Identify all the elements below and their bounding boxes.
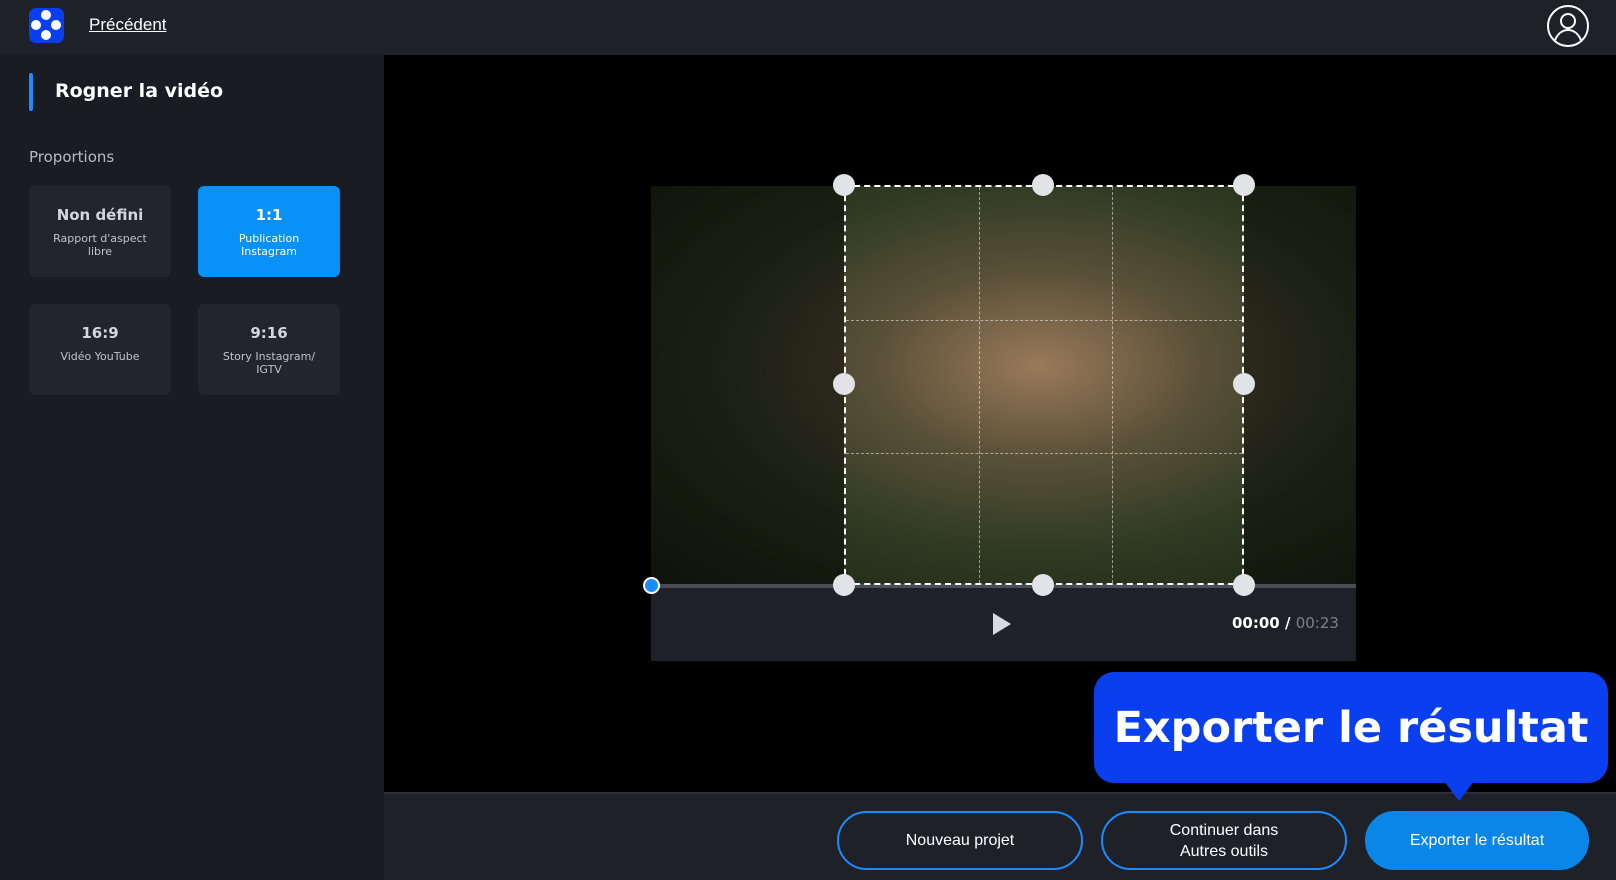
continue-other-tools-button[interactable]: Continuer dans Autres outils [1101,811,1347,870]
crop-shade-left [651,186,844,586]
time-display: 00:00 / 00:23 [1232,614,1339,632]
play-icon[interactable] [993,613,1011,635]
ratio-label: 9:16 [250,324,288,342]
grid-line [846,320,1242,321]
proportions-label: Proportions [29,148,115,166]
crop-handle-bottom-left[interactable] [833,574,855,596]
ratio-label: Non défini [56,206,144,224]
export-label: Exporter le résultat [1409,832,1545,849]
top-bar: Précédent [0,0,1616,55]
ratio-description: Rapport d'aspect libre [53,232,147,258]
crop-box[interactable] [844,185,1244,585]
grid-line [979,187,980,583]
ratio-option-1-1[interactable]: 1:1 Publication Instagram [198,186,340,277]
app-logo-icon[interactable] [29,8,64,43]
ratio-description: Publication Instagram [238,232,300,258]
sidebar [0,55,384,880]
export-tooltip: Exporter le résultat [1094,672,1608,801]
duration: 00:23 [1295,614,1339,632]
ratio-label: 1:1 [255,206,283,224]
new-project-button[interactable]: Nouveau projet [837,811,1083,870]
panel-title: Rogner la vidéo [55,80,224,102]
crop-handle-top[interactable] [1032,174,1054,196]
title-accent-bar [29,73,33,111]
crop-shade-right [1244,186,1356,586]
current-time: 00:00 [1232,614,1280,632]
grid-line [1112,187,1113,583]
continue-label-line2: Autres outils [1179,842,1269,860]
timeline-scrubber[interactable] [643,577,660,594]
crop-handle-left[interactable] [833,373,855,395]
crop-handle-right[interactable] [1233,373,1255,395]
ratio-description: Story Instagram/ IGTV [222,350,316,376]
continue-label-line1: Continuer dans [1169,821,1279,839]
export-button[interactable]: Exporter le résultat [1365,811,1589,870]
ratio-option-free[interactable]: Non défini Rapport d'aspect libre [29,186,171,277]
crop-handle-bottom-right[interactable] [1233,574,1255,596]
crop-handle-top-right[interactable] [1233,174,1255,196]
crop-handle-bottom[interactable] [1032,574,1054,596]
ratio-option-16-9[interactable]: 16:9 Vidéo YouTube [29,304,171,395]
ratio-option-9-16[interactable]: 9:16 Story Instagram/ IGTV [198,304,340,395]
ratio-description: Vidéo YouTube [60,350,140,363]
new-project-label: Nouveau projet [905,832,1015,849]
time-separator: / [1279,614,1296,632]
ratio-label: 16:9 [81,324,119,342]
back-link[interactable]: Précédent [89,15,167,35]
crop-handle-top-left[interactable] [833,174,855,196]
grid-line [846,453,1242,454]
tooltip-text: Exporter le résultat [1113,702,1589,753]
user-account-icon[interactable] [1546,4,1590,48]
